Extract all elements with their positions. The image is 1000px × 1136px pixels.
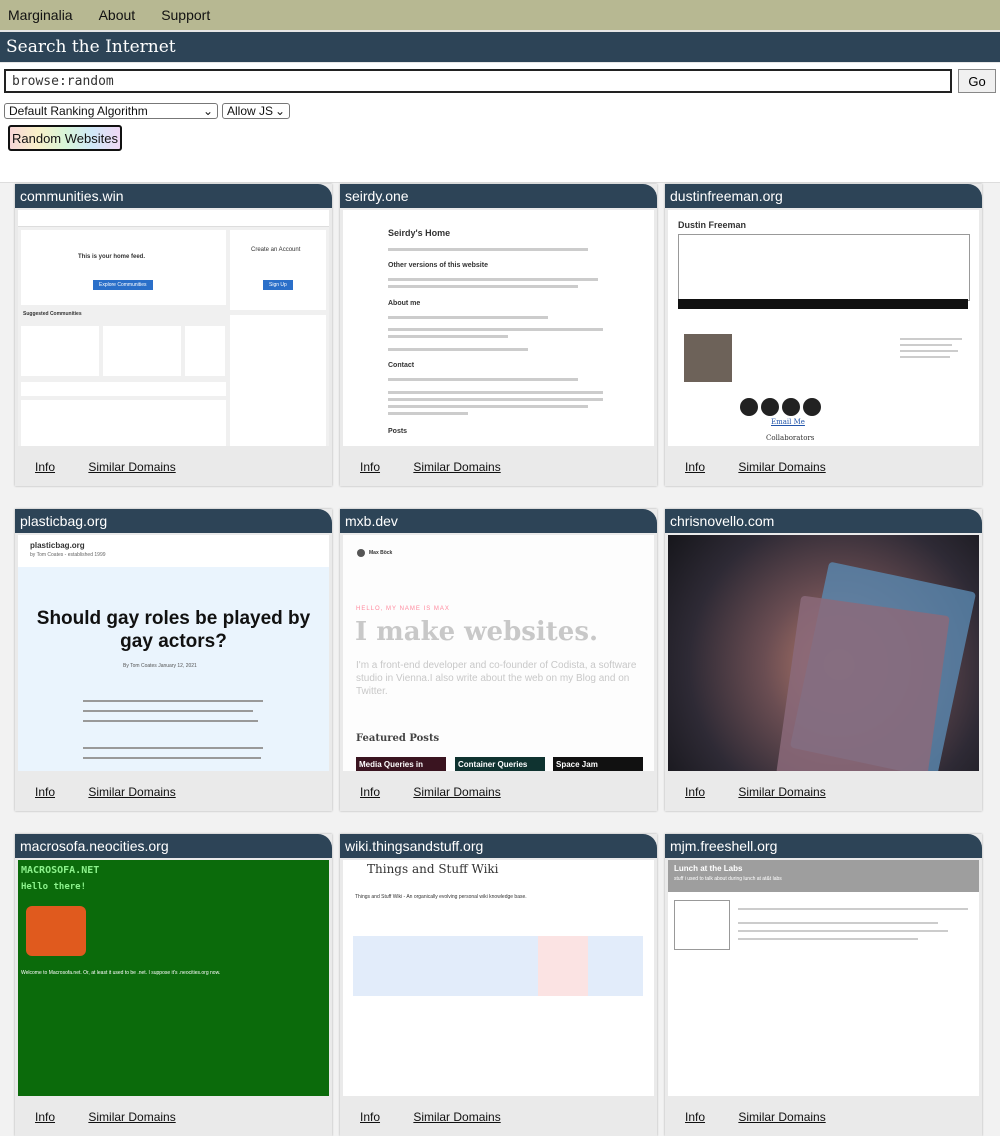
- thumb-text: About me: [388, 300, 421, 307]
- ranking-select-value: Default Ranking Algorithm: [9, 104, 148, 118]
- similar-domains-link[interactable]: Similar Domains: [738, 785, 825, 799]
- thumb-text: Lunch at the Labs: [674, 864, 743, 873]
- thumb-text: I make websites.: [355, 617, 599, 647]
- result-card: macrosofa.neocities.org MACROSOFA.NET He…: [15, 834, 332, 1136]
- thumb-text: HELLO, MY NAME IS MAX: [356, 606, 450, 612]
- card-domain[interactable]: mxb.dev: [340, 509, 657, 533]
- thumb-text: Things and Stuff Wiki - An organically e…: [355, 894, 527, 900]
- thumb-text: by Tom Coates - established 1999: [30, 552, 106, 558]
- card-domain[interactable]: macrosofa.neocities.org: [15, 834, 332, 858]
- search-title: Search the Internet: [0, 30, 1000, 63]
- search-panel: Go Default Ranking Algorithm ⌄ Allow JS …: [0, 63, 1000, 183]
- thumb-text: Should gay roles be played by gay actors…: [36, 608, 311, 652]
- result-card: dustinfreeman.org Dustin Freeman Email M…: [665, 184, 982, 486]
- card-thumbnail[interactable]: Max Böck HELLO, MY NAME IS MAX I make we…: [343, 535, 654, 771]
- similar-domains-link[interactable]: Similar Domains: [413, 1110, 500, 1124]
- twitter-icon[interactable]: [740, 398, 758, 416]
- nav-about[interactable]: About: [99, 7, 136, 23]
- info-link[interactable]: Info: [360, 1110, 380, 1124]
- top-nav: Marginalia About Support: [0, 0, 1000, 30]
- thumb-text: Explore Communities: [93, 280, 153, 290]
- thumb-text: Max Böck: [369, 550, 393, 556]
- card-domain[interactable]: chrisnovello.com: [665, 509, 982, 533]
- card-thumbnail[interactable]: Dustin Freeman Email Me Collaborators: [668, 210, 979, 446]
- thumb-text: Space Jam: [553, 757, 643, 771]
- thumb-text: Sign Up: [263, 280, 293, 290]
- card-domain[interactable]: mjm.freeshell.org: [665, 834, 982, 858]
- thumb-text: Posts: [388, 428, 408, 435]
- similar-domains-link[interactable]: Similar Domains: [738, 460, 825, 474]
- result-card: seirdy.one Seirdy's Home Other versions …: [340, 184, 657, 486]
- chevron-down-icon: ⌄: [274, 104, 285, 118]
- thumb-text: By Tom Coates January 12, 2021: [123, 663, 197, 669]
- ranking-select[interactable]: Default Ranking Algorithm ⌄: [4, 103, 218, 119]
- nav-marginalia[interactable]: Marginalia: [8, 7, 73, 23]
- nav-support[interactable]: Support: [161, 7, 210, 23]
- similar-domains-link[interactable]: Similar Domains: [413, 785, 500, 799]
- thumb-text: I'm a front-end developer and co-founder…: [356, 660, 637, 697]
- info-link[interactable]: Info: [35, 1110, 55, 1124]
- thumb-text: Welcome to Macrosofa.net. Or, at least i…: [21, 970, 221, 976]
- card-thumbnail[interactable]: Things and Stuff Wiki Things and Stuff W…: [343, 860, 654, 1096]
- chevron-down-icon: ⌄: [202, 104, 213, 118]
- info-link[interactable]: Info: [360, 785, 380, 799]
- thumb-text: Create an Account: [251, 247, 301, 253]
- info-link[interactable]: Info: [360, 460, 380, 474]
- result-card: plasticbag.org plasticbag.org by Tom Coa…: [15, 509, 332, 811]
- youtube-icon[interactable]: [803, 398, 821, 416]
- similar-domains-link[interactable]: Similar Domains: [88, 460, 175, 474]
- card-thumbnail[interactable]: Seirdy's Home Other versions of this web…: [343, 210, 654, 446]
- similar-domains-link[interactable]: Similar Domains: [88, 1110, 175, 1124]
- thumb-text: Other versions of this website: [388, 262, 488, 269]
- result-card: wiki.thingsandstuff.org Things and Stuff…: [340, 834, 657, 1136]
- card-domain[interactable]: wiki.thingsandstuff.org: [340, 834, 657, 858]
- card-domain[interactable]: seirdy.one: [340, 184, 657, 208]
- result-card: mjm.freeshell.org Lunch at the Labs stuf…: [665, 834, 982, 1136]
- thumb-text: Contact: [388, 362, 415, 369]
- search-input[interactable]: [4, 69, 952, 93]
- thumb-text: Dustin Freeman: [678, 220, 747, 230]
- card-domain[interactable]: plasticbag.org: [15, 509, 332, 533]
- card-thumbnail[interactable]: Lunch at the Labs stuff i used to talk a…: [668, 860, 979, 1096]
- similar-domains-link[interactable]: Similar Domains: [738, 1110, 825, 1124]
- thumb-text: Media Queries in: [356, 757, 446, 771]
- card-thumbnail[interactable]: [668, 535, 979, 771]
- js-select-value: Allow JS: [227, 104, 274, 118]
- thumb-text: Collaborators: [766, 434, 815, 442]
- result-card: communities.win This is your home feed. …: [15, 184, 332, 486]
- go-button[interactable]: Go: [958, 69, 996, 93]
- card-thumbnail[interactable]: This is your home feed. Explore Communit…: [18, 210, 329, 446]
- thumb-text: plasticbag.org: [30, 541, 85, 550]
- thumb-text: Seirdy's Home: [388, 228, 451, 238]
- similar-domains-link[interactable]: Similar Domains: [413, 460, 500, 474]
- linkedin-icon[interactable]: [782, 398, 800, 416]
- similar-domains-link[interactable]: Similar Domains: [88, 785, 175, 799]
- info-link[interactable]: Info: [685, 460, 705, 474]
- card-domain[interactable]: dustinfreeman.org: [665, 184, 982, 208]
- thumb-text: Hello there!: [21, 882, 87, 892]
- thumb-text: Suggested Communities: [23, 311, 82, 317]
- card-thumbnail[interactable]: MACROSOFA.NET Hello there! Welcome to Ma…: [18, 860, 329, 1096]
- info-link[interactable]: Info: [35, 460, 55, 474]
- info-link[interactable]: Info: [685, 1110, 705, 1124]
- random-websites-button[interactable]: Random Websites: [8, 125, 122, 151]
- thumb-text: stuff i used to talk about during lunch …: [674, 876, 782, 882]
- github-icon[interactable]: [761, 398, 779, 416]
- info-link[interactable]: Info: [685, 785, 705, 799]
- thumb-text: This is your home feed.: [78, 254, 146, 260]
- thumb-text: Featured Posts: [356, 733, 440, 744]
- result-card: chrisnovello.com Info Similar Domains: [665, 509, 982, 811]
- card-thumbnail[interactable]: plasticbag.org by Tom Coates - establish…: [18, 535, 329, 771]
- thumb-text: Email Me: [771, 418, 805, 426]
- thumb-text: MACROSOFA.NET: [21, 865, 100, 876]
- info-link[interactable]: Info: [35, 785, 55, 799]
- thumb-text: Things and Stuff Wiki: [367, 862, 499, 876]
- thumb-text: Container Queries: [455, 757, 545, 771]
- js-select[interactable]: Allow JS ⌄: [222, 103, 290, 119]
- card-domain[interactable]: communities.win: [15, 184, 332, 208]
- results-grid: communities.win This is your home feed. …: [15, 184, 982, 1136]
- result-card: mxb.dev Max Böck HELLO, MY NAME IS MAX I…: [340, 509, 657, 811]
